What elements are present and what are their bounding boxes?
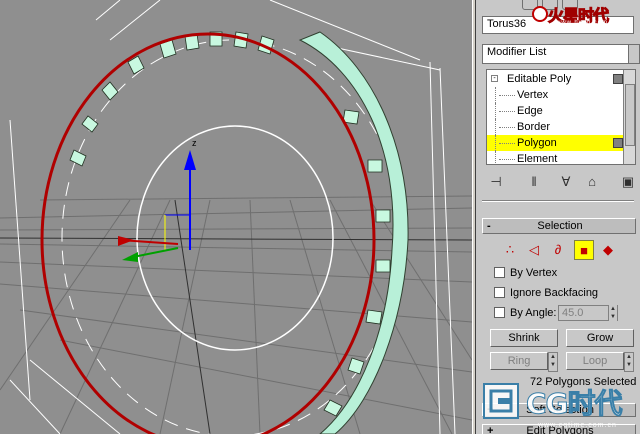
stack-item-edge[interactable]: Edge bbox=[487, 103, 625, 119]
stack-item-label: Editable Poly bbox=[507, 73, 572, 85]
scrollbar-thumb[interactable] bbox=[625, 84, 635, 146]
watermark-text: CG时代 bbox=[526, 387, 624, 421]
ring-spinner-icon[interactable]: ▲ ▼ bbox=[548, 352, 558, 372]
modifier-list-label: Modifier List bbox=[487, 46, 547, 58]
stack-item-label: Border bbox=[517, 121, 551, 133]
stack-item-label: Polygon bbox=[517, 137, 557, 149]
modifier-stack[interactable]: - Editable Poly Vertex Edge Border Polyg… bbox=[486, 69, 636, 165]
torus-inner-edge bbox=[136, 125, 334, 351]
collapse-toggle-icon[interactable]: - bbox=[491, 75, 498, 82]
grow-button[interactable]: Grow bbox=[566, 329, 634, 347]
pin-stack-icon[interactable]: ⊣ bbox=[486, 172, 506, 192]
grid-y-axis bbox=[174, 199, 211, 434]
selection-rollout-header[interactable]: - Selection bbox=[482, 218, 636, 234]
tree-line bbox=[495, 135, 496, 151]
stack-item-label: Edge bbox=[517, 105, 543, 117]
ring-label: Ring bbox=[507, 355, 531, 367]
make-unique-icon[interactable]: ∀ bbox=[556, 172, 576, 192]
tree-line bbox=[495, 151, 496, 164]
chevron-down-icon[interactable] bbox=[628, 45, 639, 63]
polygon-icon[interactable]: ■ bbox=[574, 240, 594, 260]
edge-icon[interactable]: ◁ bbox=[524, 240, 544, 260]
loop-label: Loop bbox=[582, 355, 608, 367]
watermark-url: www.cgtime.com.cn bbox=[538, 422, 617, 429]
modifier-list-dropdown[interactable]: Modifier List bbox=[482, 44, 640, 64]
by-vertex-label: By Vertex bbox=[510, 267, 558, 279]
loop-button[interactable]: Loop bbox=[566, 352, 624, 370]
shrink-button[interactable]: Shrink bbox=[490, 329, 558, 347]
ignore-backfacing-checkbox[interactable] bbox=[494, 287, 505, 298]
tree-line bbox=[499, 127, 515, 128]
viewport-canvas: z bbox=[0, 0, 472, 434]
spinner-icon[interactable]: ▲ ▼ bbox=[608, 305, 617, 321]
by-vertex-checkbox[interactable] bbox=[494, 267, 505, 278]
remove-modifier-icon[interactable]: ⌂ bbox=[582, 172, 602, 192]
stack-item-vertex[interactable]: Vertex bbox=[487, 87, 625, 103]
tree-line bbox=[499, 159, 515, 160]
loop-spinner-icon[interactable]: ▲ ▼ bbox=[624, 352, 634, 372]
configure-sets-icon[interactable]: ▣ bbox=[618, 172, 638, 192]
tree-line bbox=[499, 143, 515, 144]
tree-line bbox=[495, 87, 496, 103]
angle-value-field[interactable]: 45.0 ▲ ▼ bbox=[558, 305, 618, 321]
angle-value: 45.0 bbox=[562, 307, 584, 319]
divider bbox=[482, 200, 634, 202]
tree-line bbox=[495, 103, 496, 119]
torus-selection-outline bbox=[40, 32, 376, 434]
watermark-url: www.hxsd.com bbox=[556, 20, 609, 26]
tree-line bbox=[499, 95, 515, 96]
stack-item-editable-poly[interactable]: - Editable Poly bbox=[487, 71, 625, 87]
modifier-badge-icon bbox=[613, 74, 623, 84]
rollout-title: Selection bbox=[537, 220, 583, 232]
stack-toolbar: ⊣ ‖ ∀ ⌂ ▣ bbox=[482, 170, 640, 194]
element-icon[interactable]: ◆ bbox=[598, 240, 618, 260]
show-end-result-icon[interactable]: ‖ bbox=[524, 172, 544, 192]
watermark-bottom: CG时代 www.cgtime.com.cn bbox=[478, 378, 640, 434]
torus-mid-edge bbox=[61, 39, 403, 434]
ring-button[interactable]: Ring bbox=[490, 352, 548, 370]
by-angle-label: By Angle: bbox=[510, 307, 557, 319]
selected-polygons bbox=[298, 31, 409, 434]
perspective-viewport[interactable]: z bbox=[0, 0, 472, 434]
subobject-selector: ∴ ◁ ∂ ■ ◆ bbox=[500, 240, 630, 262]
stack-item-label: Element bbox=[517, 153, 558, 165]
watermark-top: 火星时代 www.hxsd.com bbox=[532, 4, 636, 28]
tree-line bbox=[495, 119, 496, 135]
gizmo-z-label: z bbox=[192, 138, 197, 148]
stack-item-polygon[interactable]: Polygon bbox=[487, 135, 625, 151]
border-icon[interactable]: ∂ bbox=[548, 240, 568, 260]
watermark-logo-icon bbox=[532, 6, 548, 22]
by-angle-checkbox[interactable] bbox=[494, 307, 505, 318]
stack-item-label: Vertex bbox=[517, 89, 549, 101]
stack-item-border[interactable]: Border bbox=[487, 119, 625, 135]
stack-scrollbar[interactable] bbox=[623, 70, 635, 164]
tree-line bbox=[499, 111, 515, 112]
cg-logo-icon bbox=[483, 383, 519, 419]
command-panel: Torus36 Modifier List - Editable Poly Ve… bbox=[476, 0, 640, 434]
modifier-badge-icon bbox=[613, 138, 623, 148]
stack-item-element[interactable]: Element bbox=[487, 151, 625, 165]
vertex-icon[interactable]: ∴ bbox=[500, 240, 520, 260]
ignore-backfacing-label: Ignore Backfacing bbox=[510, 287, 599, 299]
